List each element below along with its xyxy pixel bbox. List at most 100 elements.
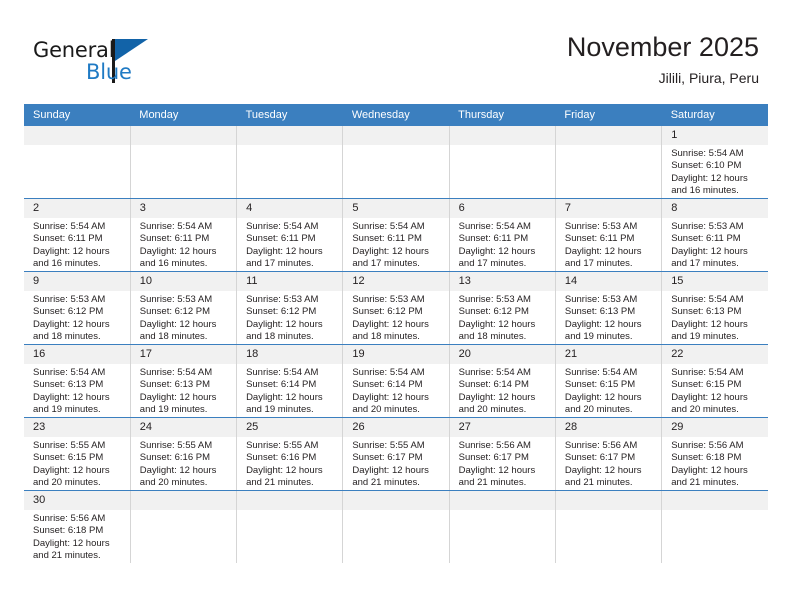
calendar-body: 1 Sunrise: 5:54 AM Sunset: 6:10 PM Daylight… — [24, 126, 768, 563]
day-info-line: Sunset: 6:16 PM — [139, 452, 211, 464]
day-number: 18 — [237, 345, 343, 364]
logo-flag-icon — [115, 39, 148, 61]
general-blue-logo[interactable]: General Blue — [33, 38, 233, 88]
day-number: 1 — [662, 126, 768, 145]
day-number — [343, 126, 449, 145]
calendar-day-cell[interactable]: 24 Sunrise: 5:55 AM Sunset: 6:16 PM Dayligh… — [130, 417, 238, 491]
calendar-grid: Sunday Monday Tuesday Wednesday Thursday Frid… — [24, 104, 768, 563]
calendar-day-cell[interactable]: 10 Sunrise: 5:53 AM Sunset: 6:12 PM Dayligh… — [130, 271, 238, 345]
day-info-line: Sunset: 6:15 PM — [33, 452, 104, 464]
calendar-day-cell[interactable]: 6 Sunrise: 5:54 AM Sunset: 6:11 PM Daylight… — [449, 198, 556, 272]
day-info-line: Sunset: 6:18 PM — [33, 525, 104, 537]
day-number — [555, 126, 662, 145]
day-sun-info: Sunrise: 5:56 AM Sunset: 6:18 PM Daylight:… — [662, 437, 768, 490]
day-info-line: and 19 minutes. — [564, 331, 633, 343]
day-info-line: Sunset: 6:11 PM — [564, 233, 635, 245]
day-info-line: and 21 minutes. — [671, 477, 739, 489]
day-number: 9 — [24, 272, 130, 291]
day-info-line: Sunrise: 5:56 AM — [564, 440, 638, 451]
day-info-line: Daylight: 12 hours — [564, 391, 642, 403]
day-info-line: Sunset: 6:12 PM — [458, 306, 529, 318]
day-number — [130, 491, 237, 510]
calendar-day-cell[interactable]: 29 Sunrise: 5:56 AM Sunset: 6:18 PM Dayligh… — [661, 417, 768, 491]
calendar-day-cell[interactable]: 8 Sunrise: 5:53 AM Sunset: 6:11 PM Daylight… — [661, 198, 768, 272]
day-cell-inner: 29 Sunrise: 5:56 AM Sunset: 6:18 PM Dayligh… — [662, 418, 768, 490]
day-info-line: and 18 minutes. — [33, 331, 101, 343]
day-cell-inner: 14 Sunrise: 5:53 AM Sunset: 6:13 PM Dayligh… — [555, 272, 662, 344]
calendar-day-cell[interactable]: 25 Sunrise: 5:55 AM Sunset: 6:16 PM Dayligh… — [236, 417, 344, 491]
day-sun-info: Sunrise: 5:55 AM Sunset: 6:15 PM Daylight:… — [24, 437, 130, 490]
day-number: 8 — [662, 199, 768, 218]
calendar-day-cell[interactable]: 13 Sunrise: 5:53 AM Sunset: 6:12 PM Dayligh… — [449, 271, 556, 345]
calendar-day-cell[interactable]: 4 Sunrise: 5:54 AM Sunset: 6:11 PM Daylight… — [236, 198, 344, 272]
calendar-day-cell[interactable]: 15 Sunrise: 5:54 AM Sunset: 6:13 PM Dayligh… — [661, 271, 768, 345]
calendar-day-cell[interactable]: 18 Sunrise: 5:54 AM Sunset: 6:14 PM Dayligh… — [236, 344, 344, 418]
day-cell-inner: 24 Sunrise: 5:55 AM Sunset: 6:16 PM Dayligh… — [130, 418, 237, 490]
weekday-header-friday: Friday — [555, 104, 662, 126]
calendar-day-cell[interactable]: 19 Sunrise: 5:54 AM Sunset: 6:14 PM Dayligh… — [342, 344, 450, 418]
day-info-line: Sunset: 6:17 PM — [564, 452, 636, 464]
day-cell-inner — [130, 126, 237, 198]
calendar-page: General Blue November 2025 Jilili, Piura… — [0, 0, 792, 612]
day-cell-inner: 28 Sunrise: 5:56 AM Sunset: 6:17 PM Dayligh… — [555, 418, 662, 490]
calendar-empty-cell — [449, 126, 556, 199]
day-info-line: Sunrise: 5:55 AM — [246, 440, 319, 451]
calendar-day-cell[interactable]: 28 Sunrise: 5:56 AM Sunset: 6:17 PM Dayligh… — [555, 417, 663, 491]
day-sun-info: Sunrise: 5:53 AM Sunset: 6:12 PM Daylight:… — [24, 291, 130, 344]
calendar-empty-cell — [342, 490, 450, 563]
day-sun-info: Sunrise: 5:56 AM Sunset: 6:17 PM Daylight:… — [556, 437, 661, 490]
calendar-day-cell[interactable]: 20 Sunrise: 5:54 AM Sunset: 6:14 PM Dayligh… — [449, 344, 556, 418]
day-sun-info: Sunrise: 5:53 AM Sunset: 6:12 PM Daylight:… — [237, 291, 342, 344]
calendar-day-cell[interactable]: 3 Sunrise: 5:54 AM Sunset: 6:11 PM Daylight… — [130, 198, 238, 272]
logo-text-general: General — [33, 38, 115, 62]
calendar-day-cell[interactable]: 26 Sunrise: 5:55 AM Sunset: 6:17 PM Dayligh… — [342, 417, 450, 491]
calendar-day-cell[interactable]: 1 Sunrise: 5:54 AM Sunset: 6:10 PM Daylight… — [661, 126, 768, 199]
day-sun-info: Sunrise: 5:54 AM Sunset: 6:14 PM Daylight:… — [343, 364, 448, 417]
day-number — [237, 126, 343, 145]
calendar-week-row: 30 Sunrise: 5:56 AM Sunset: 6:18 PM Dayligh… — [24, 490, 768, 563]
calendar-day-cell[interactable]: 9 Sunrise: 5:53 AM Sunset: 6:12 PM Daylight… — [24, 271, 131, 345]
calendar-day-cell[interactable]: 17 Sunrise: 5:54 AM Sunset: 6:13 PM Dayligh… — [130, 344, 238, 418]
day-info-line: Sunrise: 5:55 AM — [352, 440, 425, 451]
day-info-line: Sunset: 6:13 PM — [33, 379, 104, 391]
day-info-line: and 20 minutes. — [458, 404, 527, 416]
day-info-line: Daylight: 12 hours — [458, 391, 536, 403]
day-sun-info: Sunrise: 5:53 AM Sunset: 6:11 PM Daylight:… — [556, 218, 661, 271]
calendar-day-cell[interactable]: 27 Sunrise: 5:56 AM Sunset: 6:17 PM Dayligh… — [449, 417, 556, 491]
calendar-header-row: Sunday Monday Tuesday Wednesday Thursday Frid… — [24, 104, 768, 126]
day-info-line: Sunset: 6:12 PM — [33, 306, 104, 318]
calendar-day-cell[interactable]: 16 Sunrise: 5:54 AM Sunset: 6:13 PM Dayligh… — [24, 344, 131, 418]
day-cell-inner: 5 Sunrise: 5:54 AM Sunset: 6:11 PM Daylight… — [343, 199, 449, 271]
day-cell-inner: 18 Sunrise: 5:54 AM Sunset: 6:14 PM Dayligh… — [237, 345, 343, 417]
day-number: 23 — [24, 418, 130, 437]
day-info-line: Sunrise: 5:53 AM — [352, 294, 425, 305]
day-number: 13 — [449, 272, 555, 291]
day-info-line: Sunset: 6:18 PM — [671, 452, 742, 464]
day-number: 27 — [449, 418, 555, 437]
day-number: 10 — [130, 272, 237, 291]
calendar-day-cell[interactable]: 7 Sunrise: 5:53 AM Sunset: 6:11 PM Daylight… — [555, 198, 663, 272]
day-info-line: Daylight: 12 hours — [33, 464, 110, 476]
calendar-day-cell[interactable]: 30 Sunrise: 5:56 AM Sunset: 6:18 PM Dayligh… — [24, 490, 131, 563]
day-info-line: and 21 minutes. — [458, 477, 527, 489]
day-info-line: Sunset: 6:11 PM — [352, 233, 422, 245]
day-info-line: Sunset: 6:13 PM — [139, 379, 211, 391]
calendar-day-cell[interactable]: 21 Sunrise: 5:54 AM Sunset: 6:15 PM Dayligh… — [555, 344, 663, 418]
day-info-line: Sunset: 6:15 PM — [671, 379, 742, 391]
day-number: 19 — [343, 345, 449, 364]
day-info-line: Sunrise: 5:55 AM — [139, 440, 213, 451]
day-info-line: Sunrise: 5:53 AM — [139, 294, 213, 305]
calendar-day-cell[interactable]: 14 Sunrise: 5:53 AM Sunset: 6:13 PM Dayligh… — [555, 271, 663, 345]
calendar-day-cell[interactable]: 11 Sunrise: 5:53 AM Sunset: 6:12 PM Dayligh… — [236, 271, 344, 345]
calendar-day-cell[interactable]: 5 Sunrise: 5:54 AM Sunset: 6:11 PM Daylight… — [342, 198, 450, 272]
day-info-line: and 17 minutes. — [458, 258, 527, 270]
day-info-line: and 17 minutes. — [352, 258, 420, 270]
calendar-day-cell[interactable]: 22 Sunrise: 5:54 AM Sunset: 6:15 PM Dayligh… — [661, 344, 768, 418]
day-info-line: Daylight: 12 hours — [33, 391, 110, 403]
calendar-day-cell[interactable]: 23 Sunrise: 5:55 AM Sunset: 6:15 PM Dayligh… — [24, 417, 131, 491]
day-cell-inner: 3 Sunrise: 5:54 AM Sunset: 6:11 PM Daylight… — [130, 199, 237, 271]
day-info-line: Daylight: 12 hours — [33, 245, 110, 257]
calendar-day-cell[interactable]: 2 Sunrise: 5:54 AM Sunset: 6:11 PM Daylight… — [24, 198, 131, 272]
calendar-day-cell[interactable]: 12 Sunrise: 5:53 AM Sunset: 6:12 PM Dayligh… — [342, 271, 450, 345]
day-number: 12 — [343, 272, 449, 291]
